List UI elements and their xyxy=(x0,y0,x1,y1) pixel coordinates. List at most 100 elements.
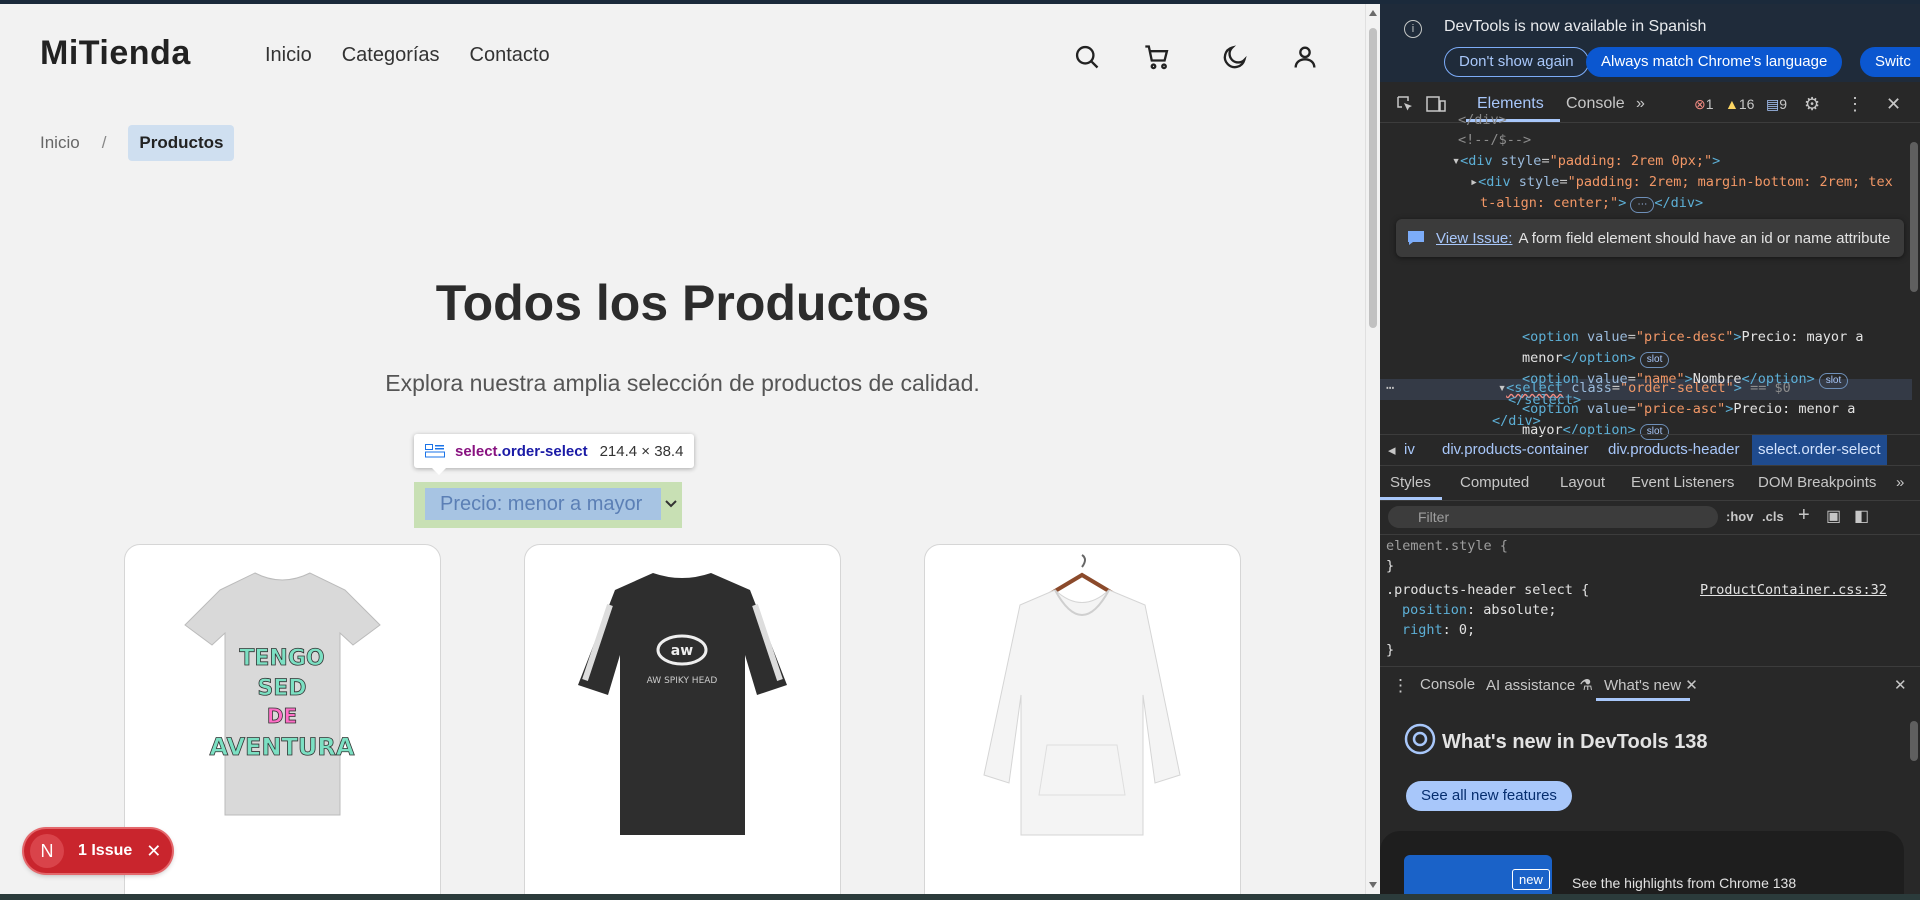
add-rule-icon[interactable]: + xyxy=(1798,504,1810,527)
inspect-element-icon[interactable] xyxy=(1396,95,1414,113)
div-node[interactable]: ▸<div style="padding: 2rem; margin-botto… xyxy=(1470,174,1893,190)
nav-inicio[interactable]: Inicio xyxy=(265,44,312,67)
svg-text:DE: DE xyxy=(267,704,297,728)
svg-text:SED: SED xyxy=(257,676,306,701)
drawer-tab-console[interactable]: Console xyxy=(1420,676,1475,693)
issue-popup: View Issue: A form field element should … xyxy=(1396,219,1904,257)
element-style-rule[interactable]: element.style { xyxy=(1386,538,1508,554)
match-language-button[interactable]: Always match Chrome's language xyxy=(1586,47,1843,77)
error-count[interactable]: ⊗1 xyxy=(1694,86,1714,122)
chevron-down-icon[interactable] xyxy=(662,495,680,513)
tab-styles[interactable]: Styles xyxy=(1390,474,1431,491)
sidebar-toggle-icon[interactable]: ◧ xyxy=(1854,506,1869,526)
breadcrumb-current: Productos xyxy=(128,125,235,161)
user-icon[interactable] xyxy=(1288,40,1322,74)
sort-select[interactable]: Precio: menor a mayor xyxy=(425,488,661,520)
style-rules: element.style { } .products-header selec… xyxy=(1386,538,1887,658)
see-all-features-button[interactable]: See all new features xyxy=(1406,781,1572,811)
device-toolbar-icon[interactable] xyxy=(1426,95,1446,113)
drawer-menu-icon[interactable]: ⋮ xyxy=(1392,676,1409,696)
tooltip-dimensions: 214.4 × 38.4 xyxy=(599,442,684,460)
highlights-card[interactable]: new See the highlights from Chrome 138 xyxy=(1380,831,1904,894)
dont-show-again-button[interactable]: Don't show again xyxy=(1444,47,1589,77)
view-issue-link[interactable]: View Issue: xyxy=(1436,230,1512,247)
tooltip-class: .order-select xyxy=(497,442,588,460)
product-image-tshirt: TENGO SED DE AVENTURA xyxy=(184,572,381,816)
whats-new-panel: What's new in DevTools 138 See all new f… xyxy=(1380,701,1920,894)
message-icon: ▤ xyxy=(1766,96,1780,112)
crumb-item[interactable]: iv xyxy=(1404,441,1415,458)
more-tabs-icon[interactable]: » xyxy=(1896,474,1904,491)
page-subtitle: Explora nuestra amplia selección de prod… xyxy=(385,370,980,396)
devtools-panel: i DevTools is now available in Spanish D… xyxy=(1380,4,1920,894)
cls-toggle[interactable]: .cls xyxy=(1762,509,1784,524)
error-icon: ⊗ xyxy=(1694,96,1706,112)
close-drawer-icon[interactable]: ✕ xyxy=(1894,676,1907,694)
tab-event-listeners[interactable]: Event Listeners xyxy=(1631,474,1734,491)
rule-source-link[interactable]: ProductContainer.css:32 xyxy=(1700,582,1887,598)
breadcrumb-home[interactable]: Inicio xyxy=(40,133,80,153)
product-card[interactable]: aw AW SPIKY HEAD xyxy=(524,544,841,894)
comment-node[interactable]: <!--/$--> xyxy=(1458,132,1531,148)
tab-computed[interactable]: Computed xyxy=(1460,474,1529,491)
site-logo[interactable]: MiTienda xyxy=(40,34,191,73)
page-title: Todos los Productos xyxy=(435,275,930,331)
page-scrollbar[interactable] xyxy=(1365,4,1380,894)
paint-icon[interactable]: ▣ xyxy=(1826,506,1841,526)
warning-count[interactable]: ▲16 xyxy=(1725,86,1754,122)
styles-tabs: Styles Computed Layout Event Listeners D… xyxy=(1380,466,1920,501)
option-node[interactable]: <option value="price-asc">Precio: menor … xyxy=(1522,401,1855,417)
cart-icon[interactable] xyxy=(1140,40,1174,74)
rule-selector[interactable]: .products-header select { xyxy=(1386,582,1589,598)
inspect-tooltip: select .order-select 214.4 × 38.4 xyxy=(414,434,695,475)
tab-dom-breakpoints[interactable]: DOM Breakpoints xyxy=(1758,474,1876,491)
issue-text: A form field element should have an id o… xyxy=(1518,229,1891,247)
highlights-text: See the highlights from Chrome 138 xyxy=(1572,875,1797,891)
breadcrumb-separator: / xyxy=(101,133,107,152)
drawer-tab-ai[interactable]: AI assistance ⚗ xyxy=(1486,676,1593,694)
tab-layout[interactable]: Layout xyxy=(1560,474,1605,491)
svg-text:TENGO: TENGO xyxy=(239,646,324,671)
styles-filter-input[interactable]: Filter xyxy=(1388,506,1718,528)
tab-console[interactable]: Console xyxy=(1566,86,1625,122)
gear-icon[interactable]: ⚙ xyxy=(1804,86,1820,122)
whats-new-title: What's new in DevTools 138 xyxy=(1442,731,1708,753)
nextjs-icon: N xyxy=(30,834,64,868)
drawer-tab-whatsnew[interactable]: What's new ✕ xyxy=(1604,676,1698,694)
breadcrumb: Inicio / Productos xyxy=(40,125,235,161)
crumb-item[interactable]: div.products-container xyxy=(1442,441,1588,458)
crumb-item-active[interactable]: select.order-select xyxy=(1752,435,1887,465)
issues-button[interactable]: N 1 Issue ✕ xyxy=(24,829,172,873)
nav-categorias[interactable]: Categorías xyxy=(342,44,440,67)
new-badge: new xyxy=(1512,869,1550,890)
product-card[interactable] xyxy=(924,544,1241,894)
flask-icon: ⚗ xyxy=(1579,677,1593,694)
crumb-scroll-left-icon[interactable]: ◂ xyxy=(1388,441,1396,459)
div-node[interactable]: ▾<div style="padding: 2rem 0px;"> xyxy=(1452,153,1720,169)
whatsnew-scrollbar[interactable] xyxy=(1910,721,1918,761)
web-page: MiTienda Inicio Categorías Contacto Inic… xyxy=(0,4,1365,894)
elements-scrollbar[interactable] xyxy=(1908,122,1920,432)
svg-text:AW SPIKY HEAD: AW SPIKY HEAD xyxy=(647,676,718,686)
select-node[interactable]: ▾<select class="order-select"> == $0 xyxy=(1498,380,1791,396)
product-image-hoodie xyxy=(983,554,1181,836)
close-devtools-icon[interactable]: ✕ xyxy=(1886,86,1901,122)
crumb-item[interactable]: div.products-header xyxy=(1608,441,1739,458)
styles-filter-bar: ⏷ Filter :hov .cls + ▣ ◧ xyxy=(1380,500,1920,535)
switch-language-button[interactable]: Switc xyxy=(1860,47,1920,77)
hov-toggle[interactable]: :hov xyxy=(1726,509,1753,524)
close-icon[interactable]: ✕ xyxy=(146,841,161,862)
chrome-icon xyxy=(1404,723,1436,755)
more-tabs-icon[interactable]: » xyxy=(1636,86,1645,122)
grid-icon xyxy=(425,444,445,458)
kebab-menu-icon[interactable]: ⋮ xyxy=(1846,86,1864,122)
message-count[interactable]: ▤9 xyxy=(1766,86,1787,122)
info-icon: i xyxy=(1404,20,1422,38)
header-icons xyxy=(1070,40,1322,74)
product-card[interactable]: TENGO SED DE AVENTURA xyxy=(124,544,441,894)
nav-contacto[interactable]: Contacto xyxy=(470,44,550,67)
dark-mode-icon[interactable] xyxy=(1218,40,1252,74)
tooltip-tag: select xyxy=(455,442,498,460)
svg-text:aw: aw xyxy=(671,643,693,659)
search-icon[interactable] xyxy=(1070,40,1104,74)
